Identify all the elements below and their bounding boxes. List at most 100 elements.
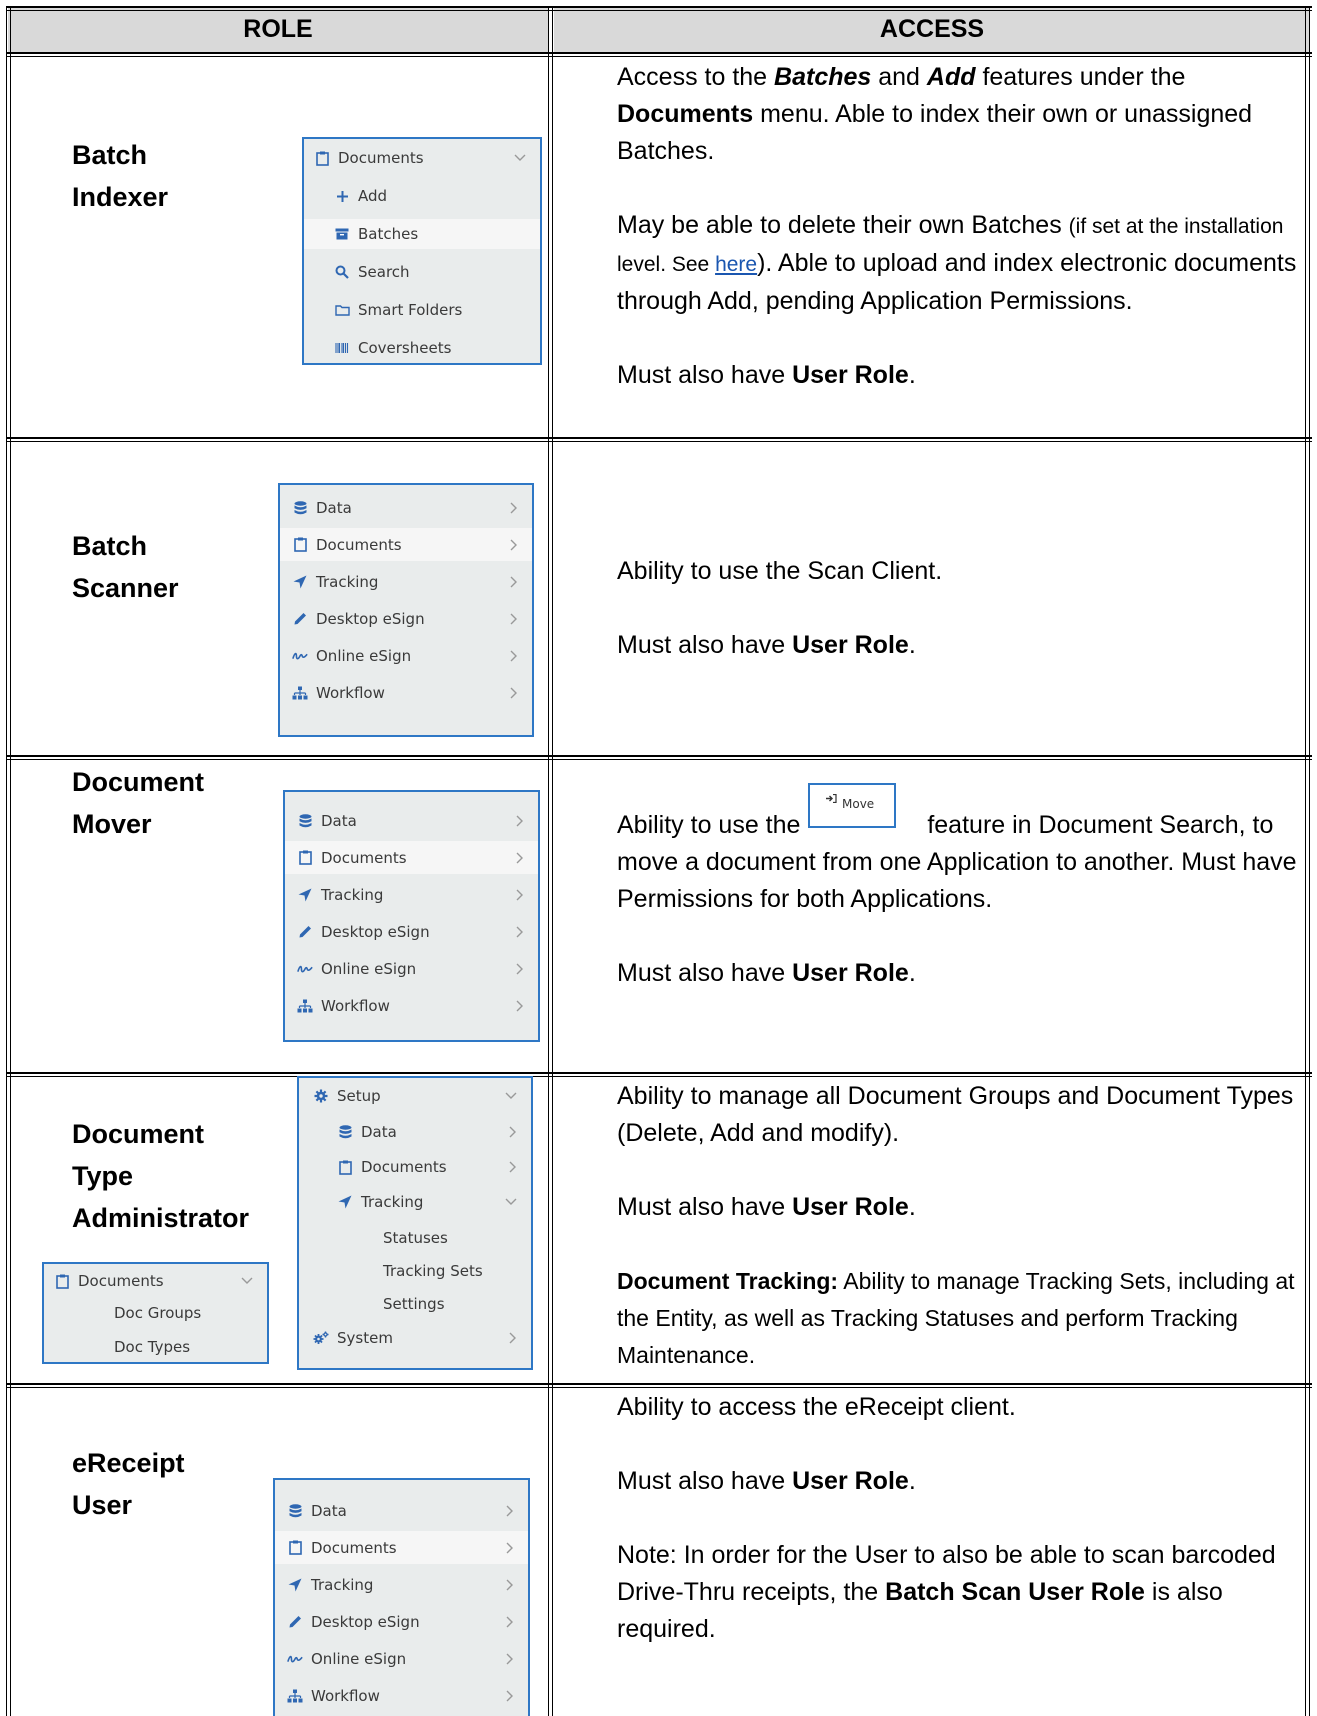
chevron-down-icon [241, 1277, 253, 1285]
sign-in-icon [826, 793, 837, 804]
pencil-icon [292, 611, 308, 627]
setup-menu-screenshot: Setup Data Documents Tracking Statuses T… [297, 1076, 533, 1370]
menu-item-search[interactable]: Search [304, 257, 540, 287]
menu-item-workflow[interactable]: Workflow [280, 676, 532, 709]
chevron-right-icon [516, 1000, 524, 1012]
menu-item-documents[interactable]: Documents [275, 1531, 528, 1564]
database-icon [297, 813, 313, 829]
menu-item-settings[interactable]: Settings [299, 1288, 531, 1320]
access-paragraph: Must also have User Role. [617, 627, 1297, 664]
access-paragraph: Note: In order for the User to also be a… [617, 1537, 1297, 1648]
menu-item-doc-groups[interactable]: Doc Groups [44, 1298, 267, 1328]
column-divider [548, 6, 549, 1716]
here-link[interactable]: here [715, 253, 757, 276]
role-name: Document Type Administrator [72, 1113, 249, 1239]
menu-item-add[interactable]: Add [304, 181, 540, 211]
role-name: Document Mover [72, 761, 204, 845]
access-description: Ability to access the eReceipt client. M… [617, 1389, 1297, 1648]
access-paragraph: Ability to manage all Document Groups an… [617, 1082, 1294, 1147]
chevron-right-icon [510, 650, 518, 662]
menu-item-doc-types[interactable]: Doc Types [44, 1332, 267, 1362]
pencil-icon [297, 924, 313, 940]
database-icon [287, 1503, 303, 1519]
menu-item-documents[interactable]: Documents [304, 143, 540, 173]
menu-label: Workflow [311, 1686, 380, 1705]
chevron-right-icon [516, 815, 524, 827]
menu-item-data[interactable]: Data [299, 1116, 531, 1148]
menu-item-tracking[interactable]: Tracking [285, 878, 538, 911]
menu-item-tracking[interactable]: Tracking [280, 565, 532, 598]
menu-item-batches[interactable]: Batches [304, 219, 540, 249]
menu-item-online-esign[interactable]: Online eSign [275, 1642, 528, 1675]
text: . [908, 1193, 916, 1221]
clipboard-icon [297, 850, 313, 866]
menu-item-statuses[interactable]: Statuses [299, 1222, 531, 1254]
menu-item-documents[interactable]: Documents [299, 1151, 531, 1183]
access-paragraph: May be able to delete their own Batches … [617, 207, 1297, 320]
menu-item-smart-folders[interactable]: Smart Folders [304, 295, 540, 325]
menu-item-workflow[interactable]: Workflow [285, 989, 538, 1022]
menu-item-data[interactable]: Data [285, 804, 538, 837]
role-name: Batch Indexer [72, 134, 168, 218]
text: Ability to use the [617, 811, 808, 839]
menu-item-online-esign[interactable]: Online eSign [280, 639, 532, 672]
database-icon [292, 500, 308, 516]
column-divider [552, 6, 553, 1716]
menu-item-desktop-esign[interactable]: Desktop eSign [275, 1605, 528, 1638]
access-paragraph: Ability to use the feature in Document S… [617, 807, 1297, 918]
menu-label: Search [358, 263, 410, 281]
menu-label: Tracking [361, 1193, 424, 1211]
clipboard-icon [54, 1273, 70, 1289]
barcode-icon [334, 340, 350, 356]
access-column-header: ACCESS [554, 6, 1310, 52]
location-arrow-icon [292, 574, 308, 590]
text: and [871, 63, 927, 91]
menu-item-tracking-sets[interactable]: Tracking Sets [299, 1255, 531, 1287]
menu-item-tracking[interactable]: Tracking [299, 1186, 531, 1218]
database-icon [337, 1124, 353, 1140]
clipboard-icon [314, 150, 330, 166]
chevron-right-icon [516, 889, 524, 901]
menu-item-desktop-esign[interactable]: Desktop eSign [285, 915, 538, 948]
menu-label: Statuses [383, 1229, 448, 1247]
menu-item-workflow[interactable]: Workflow [275, 1679, 528, 1712]
menu-label: Documents [316, 535, 402, 554]
chevron-right-icon [506, 1579, 514, 1591]
signature-icon [287, 1651, 303, 1667]
menu-label: Documents [78, 1272, 164, 1290]
menu-label: Online eSign [311, 1649, 407, 1668]
menu-label: Online eSign [321, 959, 417, 978]
role-line: Indexer [72, 182, 169, 212]
menu-item-coversheets[interactable]: Coversheets [304, 333, 540, 363]
gears-icon [313, 1330, 329, 1346]
menu-label: Documents [321, 848, 407, 867]
menu-item-data[interactable]: Data [275, 1494, 528, 1527]
location-arrow-icon [287, 1577, 303, 1593]
chevron-right-icon [506, 1505, 514, 1517]
menu-item-tracking[interactable]: Tracking [275, 1568, 528, 1601]
menu-item-system[interactable]: System [299, 1322, 531, 1354]
role-requirement: User Role [792, 361, 909, 389]
menu-label: Add [358, 187, 388, 205]
row-divider [6, 52, 1312, 57]
menu-item-online-esign[interactable]: Online eSign [285, 952, 538, 985]
role-line: Scanner [72, 573, 179, 603]
text: Must also have [617, 1193, 793, 1221]
menu-item-documents[interactable]: Documents [285, 841, 538, 874]
menu-item-documents[interactable]: Documents [44, 1266, 267, 1296]
access-paragraph: Must also have User Role. [617, 1189, 1297, 1226]
menu-item-desktop-esign[interactable]: Desktop eSign [280, 602, 532, 635]
table-border [1309, 6, 1310, 1716]
documents-menu-screenshot: Documents Add Batches Search Smart Folde… [302, 137, 542, 365]
menu-label: Documents [311, 1538, 397, 1557]
menu-item-documents[interactable]: Documents [280, 528, 532, 561]
menu-item-setup[interactable]: Setup [299, 1080, 531, 1112]
row-divider [6, 437, 1312, 442]
menu-item-data[interactable]: Data [280, 491, 532, 524]
location-arrow-icon [337, 1194, 353, 1210]
chevron-right-icon [509, 1332, 517, 1344]
main-menu-screenshot: Data Documents Tracking Desktop eSign Online… [273, 1478, 530, 1716]
chevron-right-icon [510, 613, 518, 625]
text: May be able to delete their own Batches [617, 211, 1069, 239]
role-requirement: Batch Scan User Role [885, 1578, 1145, 1606]
